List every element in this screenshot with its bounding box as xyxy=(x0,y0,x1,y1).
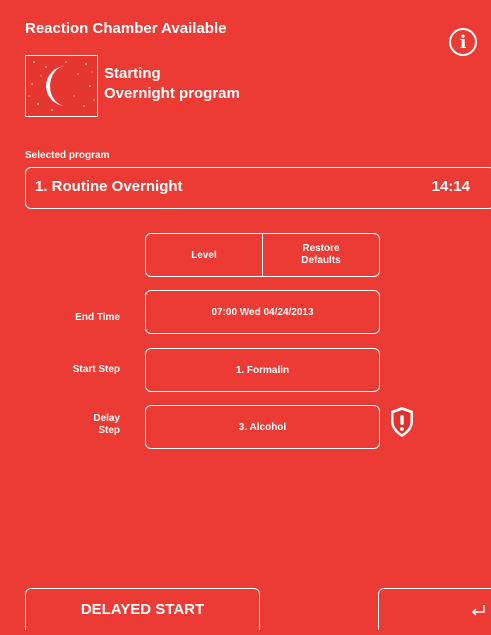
level-restore-control: Level Restore Defaults xyxy=(145,233,380,277)
level-button[interactable]: Level xyxy=(145,233,263,277)
program-name: 1. Routine Overnight xyxy=(35,178,183,195)
delayed-start-button[interactable]: DELAYED START xyxy=(25,588,260,630)
delay-step-button[interactable]: 3. Alcohol xyxy=(145,405,380,449)
start-step-button[interactable]: 1. Formalin xyxy=(145,348,380,392)
page-title: Reaction Chamber Available xyxy=(25,20,227,37)
status-text: Starting Overnight program xyxy=(104,65,240,102)
restore-defaults-button[interactable]: Restore Defaults xyxy=(263,233,380,277)
start-step-label: Start Step xyxy=(72,364,120,375)
back-button[interactable] xyxy=(378,588,491,630)
selected-program-label: Selected program xyxy=(25,150,110,161)
warning-shield-icon xyxy=(389,406,415,438)
selected-program-bar[interactable]: 1. Routine Overnight 14:14 xyxy=(25,167,491,209)
delay-step-label: Delay Step xyxy=(93,413,120,436)
info-icon[interactable]: i xyxy=(449,28,477,56)
program-time: 14:14 xyxy=(431,178,470,195)
moon-icon xyxy=(25,55,98,117)
end-time-label: End Time xyxy=(75,312,120,323)
return-arrow-icon xyxy=(471,604,485,616)
end-time-button[interactable]: 07:00 Wed 04/24/2013 xyxy=(145,290,380,334)
